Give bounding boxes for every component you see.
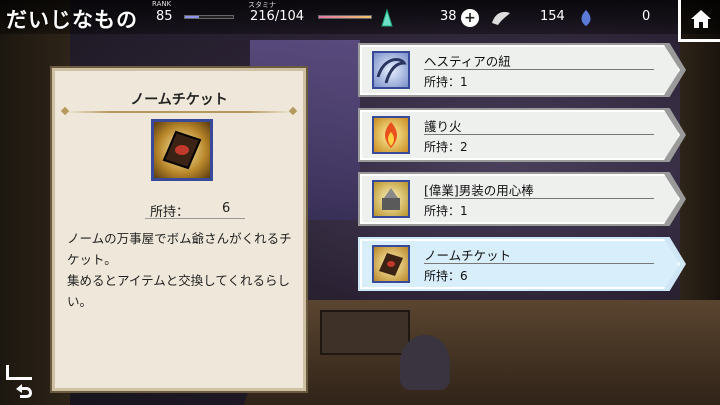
list-item[interactable]: [偉業]男装の用心棒 所持：1 [360,174,680,224]
flame-icon [372,116,410,154]
item-name: ヘスティアの紐 [424,54,511,69]
item-description: ノームの万事屋でボム爺さんがくれるチケット。 集めるとアイテムと交換してくれるら… [67,231,292,309]
stamina-value: 216/104 [250,9,305,24]
trophy-icon [372,180,410,218]
divider [65,111,293,113]
item-count: 所持：6 [424,269,468,283]
owned-value: 6 [222,201,231,216]
item-count: 所持：1 [424,75,468,89]
item-rule [424,198,654,199]
item-rule [424,263,654,264]
rank-value: 85 [156,9,173,24]
list-item[interactable]: 護り火 所持：2 [360,110,680,160]
item-name: ノームチケット [424,248,512,263]
ticket-icon [372,245,410,283]
item-name: [偉業]男装の用心棒 [424,183,534,198]
list-item[interactable]: ヘスティアの紐 所持：1 [360,45,680,95]
home-icon [691,10,711,28]
ticket-icon [151,119,213,181]
home-button[interactable] [678,0,720,42]
feather-count: 154 [540,9,565,24]
back-button[interactable] [0,365,44,405]
other-count: 0 [642,9,651,24]
item-count: 所持：1 [424,204,468,218]
stamina-bar [318,15,372,19]
leaf-icon [581,10,591,26]
rank-label: RANK [152,0,172,8]
top-bar: だいじなもの RANK 85 スタミナ 216/104 38 + 154 0 [0,0,720,42]
rank-bar [184,15,234,19]
detail-item-name: ノームチケット [130,92,228,108]
plus-icon[interactable]: + [461,9,479,27]
list-item-selected[interactable]: ノームチケット 所持：6 [360,239,680,289]
page-title: だいじなもの [6,7,138,32]
item-detail-panel: ノームチケット 所持： 6 ノームの万事屋でボム爺さんがくれるチケット。 集める… [52,68,306,391]
item-count: 所持：2 [424,140,468,154]
back-icon [16,384,32,398]
item-rule [424,134,654,135]
item-rule [424,69,654,70]
owned-underline [145,218,245,219]
item-name: 護り火 [424,119,462,134]
wing-icon [492,12,510,25]
feather-gem-icon [381,8,393,27]
sash-icon [372,51,410,89]
gem-count: 38 [440,9,457,24]
